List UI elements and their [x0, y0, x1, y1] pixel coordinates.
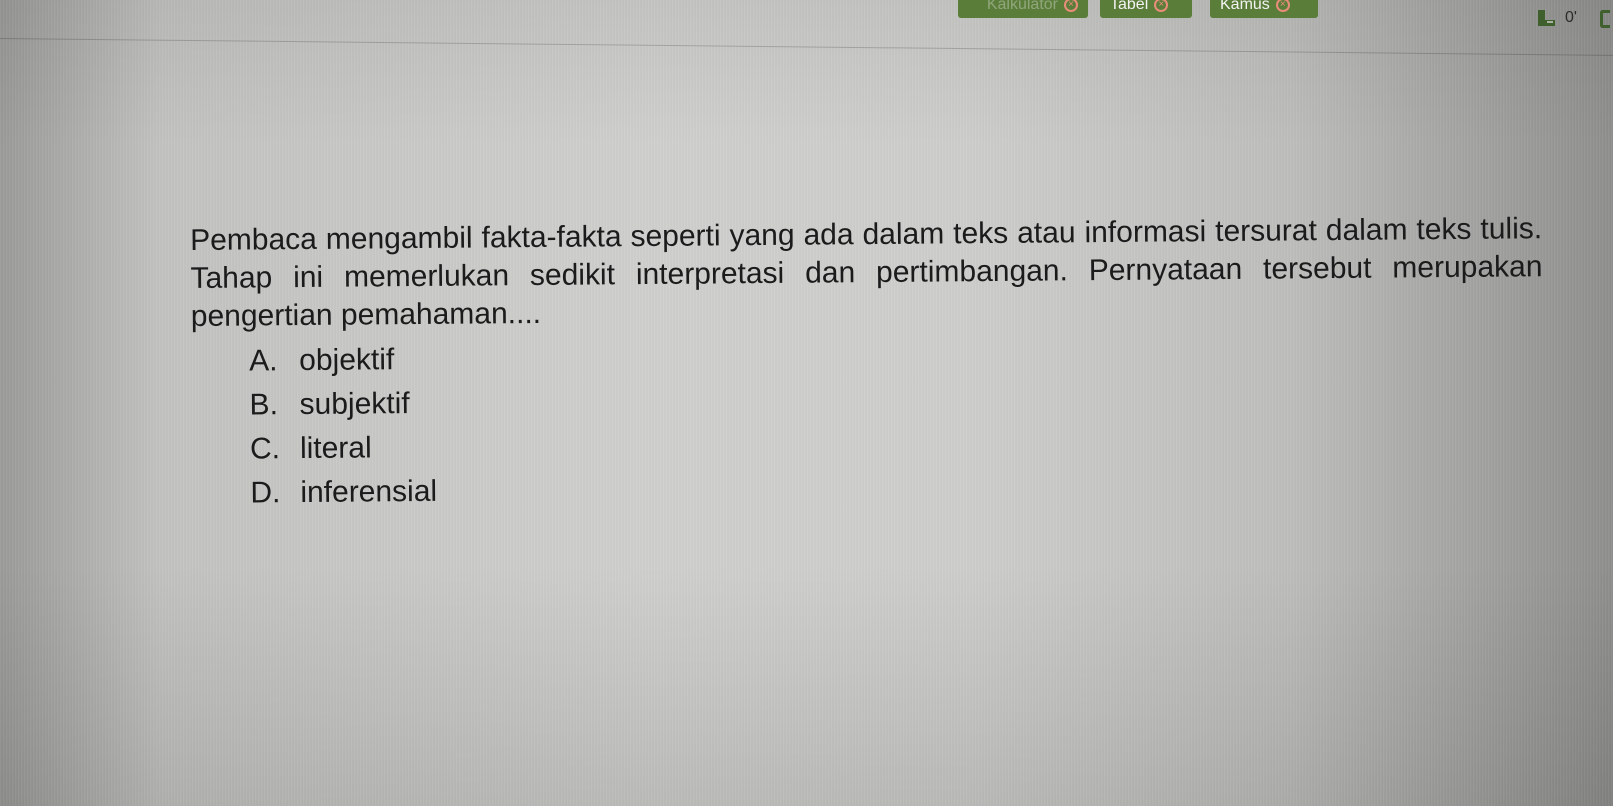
option-text: objektif: [299, 343, 395, 378]
close-icon[interactable]: ×: [1064, 0, 1078, 12]
menu-icon[interactable]: [1600, 10, 1610, 28]
kamus-label: Kamus: [1220, 0, 1270, 13]
answer-options: A. objektif B. subjektif C. literal D. i…: [191, 328, 1544, 516]
kalkulator-label: Kalkulator: [986, 0, 1058, 13]
tabel-label: Tabel: [1110, 0, 1149, 13]
timer-counter: 0': [1537, 8, 1577, 28]
question-text: Pembaca mengambil fakta-fakta seperti ya…: [190, 212, 1543, 333]
option-letter: D.: [250, 476, 281, 510]
close-icon[interactable]: ×: [1154, 0, 1169, 12]
question-panel: Pembaca mengambil fakta-fakta seperti ya…: [190, 210, 1545, 516]
option-text: literal: [299, 431, 372, 466]
top-toolbar: Kalkulator × Tabel × Kamus × 0': [0, 0, 1613, 42]
option-text: inferensial: [300, 474, 438, 510]
close-icon[interactable]: ×: [1275, 0, 1290, 12]
counter-value: 0': [1565, 9, 1577, 26]
kalkulator-button[interactable]: Kalkulator ×: [958, 0, 1088, 18]
tabel-button[interactable]: Tabel ×: [1100, 0, 1192, 18]
option-letter: B.: [249, 388, 279, 422]
option-text: subjektif: [299, 387, 410, 422]
kamus-button[interactable]: Kamus ×: [1210, 0, 1318, 18]
option-letter: C.: [249, 432, 281, 466]
document-icon: [1537, 8, 1557, 28]
option-letter: A.: [249, 344, 278, 378]
